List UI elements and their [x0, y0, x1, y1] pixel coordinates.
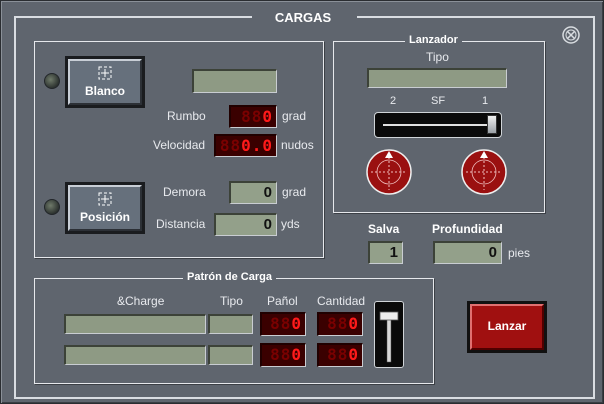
blanco-label: Blanco — [84, 84, 125, 98]
profundidad-label: Profundidad — [432, 222, 503, 236]
close-icon[interactable] — [561, 25, 581, 45]
target-name-field[interactable] — [192, 69, 277, 93]
crosshair-icon — [98, 66, 112, 80]
velocidad-label: Velocidad — [153, 138, 206, 152]
panol-display: 880 — [260, 312, 306, 336]
launcher-selector-slider[interactable] — [374, 112, 502, 138]
charge-field[interactable] — [64, 345, 206, 365]
selector-label-left: 2 — [390, 95, 397, 107]
selector-label-right: 1 — [482, 95, 489, 107]
posicion-label: Posición — [79, 210, 130, 224]
rumbo-label: Rumbo — [167, 109, 206, 123]
cantidad-display: 880 — [317, 312, 363, 336]
salva-field[interactable]: 1 — [368, 241, 403, 264]
demora-unit: grad — [282, 185, 307, 199]
profundidad-unit: pies — [508, 246, 531, 260]
demora-label: Demora — [163, 185, 206, 199]
tipo-field[interactable] — [208, 345, 253, 365]
posicion-indicator-light — [44, 199, 60, 215]
distancia-unit: yds — [281, 217, 300, 231]
selector-label-mid: SF — [431, 95, 446, 107]
profundidad-field[interactable]: 0 — [433, 241, 502, 264]
rumbo-display: 880 — [229, 105, 277, 128]
blanco-button[interactable]: Blanco — [65, 56, 145, 108]
velocidad-display: 880.0 — [214, 134, 277, 157]
velocidad-unit: nudos — [281, 138, 314, 152]
col-header-panol: Pañol — [267, 294, 298, 308]
lanzar-label: Lanzar — [470, 304, 544, 350]
lanzar-button[interactable]: Lanzar — [467, 301, 547, 353]
cantidad-display: 880 — [317, 343, 363, 367]
col-header-tipo: Tipo — [220, 294, 243, 308]
blanco-indicator-light — [44, 73, 60, 89]
tipo-label: Tipo — [426, 50, 449, 64]
crosshair-icon — [98, 192, 112, 206]
rumbo-unit: grad — [282, 109, 307, 123]
pattern-lever[interactable] — [374, 301, 404, 368]
launcher-1-dial[interactable] — [461, 149, 507, 195]
distancia-label: Distancia — [156, 217, 206, 231]
col-header-charge: &Charge — [117, 294, 165, 308]
demora-field[interactable]: 0 — [229, 181, 277, 204]
charge-field[interactable] — [64, 314, 206, 334]
salva-label: Salva — [368, 222, 400, 236]
launcher-type-field[interactable] — [367, 68, 507, 88]
distancia-field[interactable]: 0 — [214, 213, 277, 236]
launcher-title: Lanzador — [405, 34, 462, 46]
window-title: CARGAS — [274, 10, 332, 25]
lever-handle-icon — [379, 311, 399, 363]
pattern-title: Patrón de Carga — [183, 271, 276, 283]
launcher-2-dial[interactable] — [366, 149, 412, 195]
tipo-field[interactable] — [208, 314, 253, 334]
col-header-cantidad: Cantidad — [317, 294, 366, 308]
panol-display: 880 — [260, 343, 306, 367]
cargas-window: CARGAS Blanco Rumbo 880 grad Velocidad 8… — [0, 0, 604, 404]
posicion-button[interactable]: Posición — [65, 182, 145, 234]
slider-thumb[interactable] — [487, 115, 497, 134]
